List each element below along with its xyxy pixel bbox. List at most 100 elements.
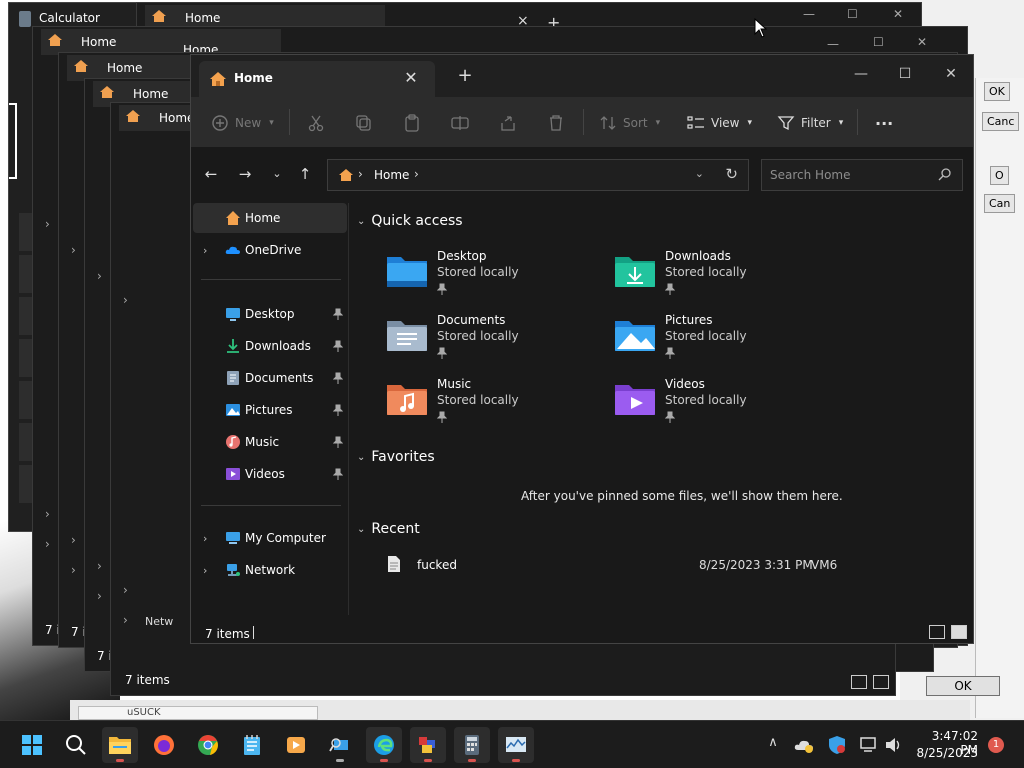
forward-arrow-icon[interactable]: → bbox=[233, 165, 257, 185]
downloads-icon bbox=[227, 339, 239, 353]
expand-chevron-icon[interactable]: › bbox=[203, 244, 207, 257]
home-icon bbox=[152, 10, 166, 22]
section-quick-access[interactable]: ⌄ Quick access bbox=[357, 213, 463, 229]
address-dropdown-icon[interactable]: ⌄ bbox=[695, 167, 704, 180]
windows-logo-icon bbox=[22, 735, 42, 755]
breadcrumb-home[interactable]: Home bbox=[374, 168, 409, 182]
search-taskbar-button[interactable] bbox=[58, 727, 94, 763]
details-view-icon[interactable] bbox=[929, 625, 945, 639]
breadcrumb-chevron-icon[interactable]: › bbox=[358, 167, 363, 181]
quick-access-sub: Stored locally bbox=[665, 329, 747, 343]
quick-access-name: Videos bbox=[665, 377, 705, 391]
filter-button[interactable]: Filter ▾ bbox=[777, 111, 843, 135]
sidebar-item-label: My Computer bbox=[245, 531, 326, 545]
volume-icon[interactable] bbox=[884, 736, 902, 754]
recent-file-row[interactable]: fucked 8/25/2023 3:31 PM VM6 bbox=[387, 555, 947, 577]
taskbar-app-colorful[interactable] bbox=[410, 727, 446, 763]
breadcrumb-chevron-icon[interactable]: › bbox=[414, 167, 419, 181]
sidebar-item-downloads[interactable]: Downloads bbox=[193, 331, 347, 361]
share-button[interactable] bbox=[499, 111, 517, 135]
pin-icon bbox=[333, 404, 343, 416]
tab-close-icon[interactable]: ✕ bbox=[401, 68, 421, 87]
new-button[interactable]: New ▾ bbox=[211, 111, 274, 135]
more-options-button[interactable]: ··· bbox=[875, 111, 893, 135]
item-count: 7 items bbox=[205, 627, 250, 641]
taskbar-system-monitor[interactable] bbox=[498, 727, 534, 763]
taskbar-chrome[interactable] bbox=[190, 727, 226, 763]
recent-locations-chevron-icon[interactable]: ⌄ bbox=[265, 167, 289, 187]
mouse-cursor-icon bbox=[754, 18, 768, 38]
taskbar-edge[interactable] bbox=[366, 727, 402, 763]
sidebar-item-music[interactable]: Music bbox=[193, 427, 347, 457]
paste-button[interactable] bbox=[403, 111, 421, 135]
taskbar-file-explorer[interactable] bbox=[102, 727, 138, 763]
collapse-chevron-icon[interactable]: ⌄ bbox=[357, 216, 365, 227]
tiles-view-icon[interactable] bbox=[951, 625, 967, 639]
quick-access-sub: Stored locally bbox=[437, 329, 519, 343]
sidebar-item-pictures[interactable]: Pictures bbox=[193, 395, 347, 425]
new-tab-icon[interactable]: + bbox=[455, 65, 475, 86]
copy-button[interactable] bbox=[355, 111, 373, 135]
view-button[interactable]: View ▾ bbox=[687, 111, 752, 135]
cut-button[interactable] bbox=[307, 111, 325, 135]
quick-access-desktop[interactable]: Desktop Stored locally bbox=[385, 247, 605, 307]
taskbar-media-player[interactable] bbox=[278, 727, 314, 763]
running-indicator bbox=[380, 759, 388, 762]
sidebar-item-label: Network bbox=[245, 563, 296, 577]
search-icon bbox=[66, 735, 86, 755]
section-recent[interactable]: ⌄ Recent bbox=[357, 521, 420, 537]
refresh-icon[interactable]: ↻ bbox=[725, 165, 738, 183]
back-arrow-icon[interactable]: ← bbox=[199, 165, 223, 185]
quick-access-videos[interactable]: Videos Stored locally bbox=[613, 375, 833, 435]
quick-access-documents[interactable]: Documents Stored locally bbox=[385, 311, 605, 371]
pin-icon bbox=[333, 308, 343, 320]
clock-date[interactable]: 8/25/2023 bbox=[916, 746, 978, 760]
quick-access-downloads[interactable]: Downloads Stored locally bbox=[613, 247, 833, 307]
taskbar-remote-desktop[interactable] bbox=[322, 727, 358, 763]
quick-access-pictures[interactable]: Pictures Stored locally bbox=[613, 311, 833, 371]
address-bar[interactable]: › Home › ⌄ ↻ bbox=[327, 159, 749, 191]
start-button[interactable] bbox=[14, 727, 50, 763]
quick-access-music[interactable]: Music Stored locally bbox=[385, 375, 605, 435]
dialog-ok-button-2[interactable]: O bbox=[990, 166, 1009, 185]
taskbar-firefox[interactable] bbox=[146, 727, 182, 763]
expand-chevron-icon[interactable]: › bbox=[203, 532, 207, 545]
up-arrow-icon[interactable]: ↑ bbox=[293, 165, 317, 185]
onedrive-tray-icon[interactable] bbox=[794, 736, 814, 754]
tab-home[interactable]: Home ✕ bbox=[199, 61, 435, 97]
sidebar-item-videos[interactable]: Videos bbox=[193, 459, 347, 489]
collapse-chevron-icon[interactable]: ⌄ bbox=[357, 452, 365, 463]
security-shield-icon[interactable] bbox=[828, 735, 846, 755]
taskbar-calculator[interactable] bbox=[454, 727, 490, 763]
network-tray-icon[interactable] bbox=[860, 736, 878, 754]
maximize-icon[interactable]: ☐ bbox=[885, 61, 925, 87]
taskbar-notepad[interactable] bbox=[234, 727, 270, 763]
file-explorer-window[interactable]: Home ✕ + — ☐ ✕ New ▾ Sort ▾ View ▾ Filte… bbox=[190, 54, 974, 644]
quick-access-name: Desktop bbox=[437, 249, 487, 263]
minimize-icon[interactable]: — bbox=[841, 61, 881, 87]
show-hidden-icons-chevron[interactable]: ∧ bbox=[764, 735, 782, 753]
notification-badge[interactable]: 1 bbox=[988, 737, 1004, 753]
sidebar-item-home[interactable]: Home bbox=[193, 203, 347, 233]
sidebar-item-onedrive[interactable]: › OneDrive bbox=[193, 235, 347, 265]
title-bar[interactable]: Home ✕ + — ☐ ✕ bbox=[191, 55, 973, 97]
delete-button[interactable] bbox=[547, 111, 565, 135]
background-ok-button[interactable]: OK bbox=[926, 676, 1000, 696]
search-box[interactable]: Search Home bbox=[761, 159, 963, 191]
rename-button[interactable] bbox=[451, 111, 469, 135]
dialog-cancel-button[interactable]: Canc bbox=[982, 112, 1020, 131]
sidebar-item-desktop[interactable]: Desktop bbox=[193, 299, 347, 329]
expand-chevron-icon[interactable]: › bbox=[203, 564, 207, 577]
pin-icon bbox=[665, 347, 675, 359]
sidebar-item-network[interactable]: › Network bbox=[193, 555, 347, 585]
section-favorites[interactable]: ⌄ Favorites bbox=[357, 449, 435, 465]
dialog-ok-button[interactable]: OK bbox=[984, 82, 1010, 101]
collapse-chevron-icon[interactable]: ⌄ bbox=[357, 524, 365, 535]
dialog-cancel-button-2[interactable]: Can bbox=[984, 194, 1016, 213]
rename-icon bbox=[451, 116, 469, 130]
close-icon[interactable]: ✕ bbox=[931, 61, 971, 87]
sidebar-item-documents[interactable]: Documents bbox=[193, 363, 347, 393]
new-icon bbox=[212, 115, 228, 131]
sort-button[interactable]: Sort ▾ bbox=[599, 111, 660, 135]
sidebar-item-my-computer[interactable]: › My Computer bbox=[193, 523, 347, 553]
